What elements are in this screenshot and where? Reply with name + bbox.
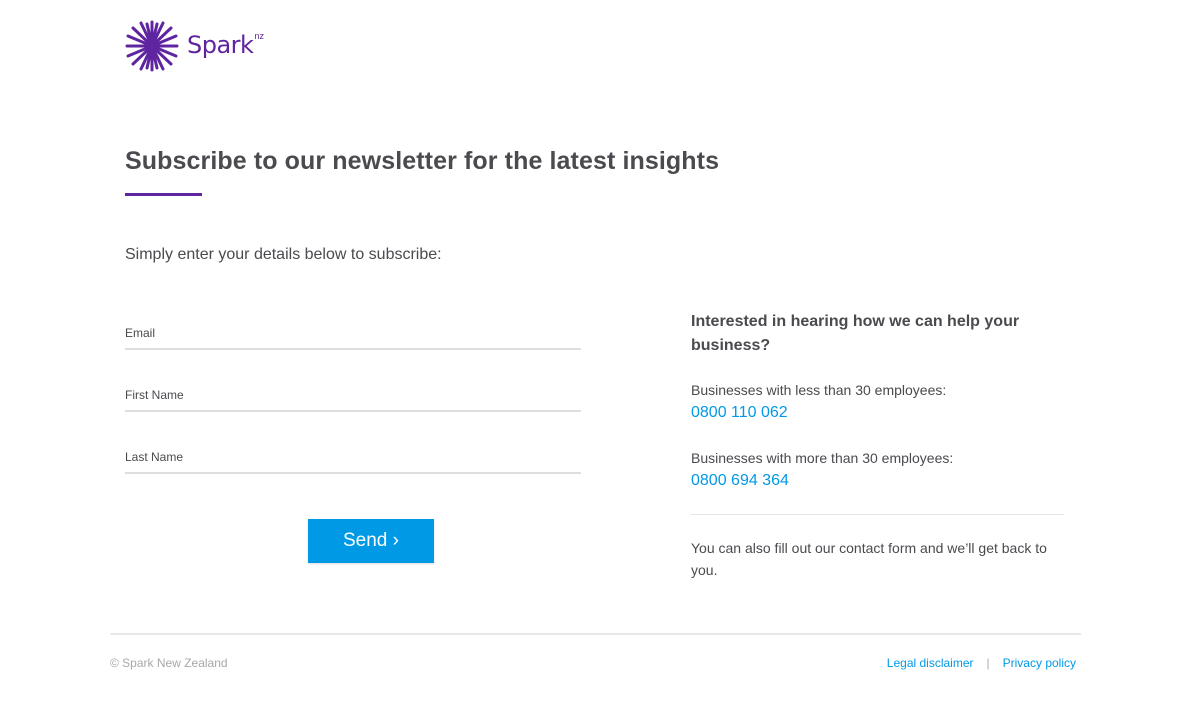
large-business-label: Businesses with more than 30 employees:	[691, 450, 954, 466]
last-name-label: Last Name	[125, 450, 184, 464]
send-button[interactable]: Send ›	[308, 519, 434, 563]
footer-divider	[110, 633, 1081, 635]
title-underline	[125, 193, 202, 196]
small-business-phone-link[interactable]: 0800 110 062	[691, 404, 788, 422]
first-name-input[interactable]	[125, 382, 581, 412]
contact-form-note: You can also fill out our contact form a…	[691, 540, 1047, 578]
large-business-phone-link[interactable]: 0800 694 364	[691, 472, 789, 490]
copyright-text: © Spark New Zealand	[110, 656, 228, 670]
email-field-wrapper: Email	[125, 320, 581, 350]
spark-star-logo-icon	[125, 20, 179, 72]
last-name-input[interactable]	[125, 444, 581, 474]
small-business-label: Businesses with less than 30 employees:	[691, 382, 947, 398]
email-input[interactable]	[125, 320, 581, 350]
footer-links: Legal disclaimer | Privacy policy	[887, 656, 1076, 670]
last-name-field-wrapper: Last Name	[125, 444, 581, 474]
legal-disclaimer-link[interactable]: Legal disclaimer	[887, 656, 974, 670]
page-title: Subscribe to our newsletter for the late…	[125, 147, 720, 175]
first-name-label: First Name	[125, 388, 184, 402]
brand-name: Spark	[187, 31, 254, 59]
brand-superscript: nz	[254, 31, 264, 41]
privacy-policy-link[interactable]: Privacy policy	[1003, 656, 1076, 670]
first-name-field-wrapper: First Name	[125, 382, 581, 412]
brand-logo[interactable]: Spark nz	[125, 20, 264, 72]
page: Spark nz Subscribe to our newsletter for…	[0, 0, 1191, 702]
footer-separator: |	[986, 656, 990, 670]
intro-text: Simply enter your details below to subsc…	[125, 246, 442, 263]
contact-panel: Interested in hearing how we can help yo…	[691, 310, 1064, 578]
contact-divider	[691, 514, 1064, 515]
contact-heading: Interested in hearing how we can help yo…	[691, 313, 1020, 354]
email-label: Email	[125, 326, 156, 340]
